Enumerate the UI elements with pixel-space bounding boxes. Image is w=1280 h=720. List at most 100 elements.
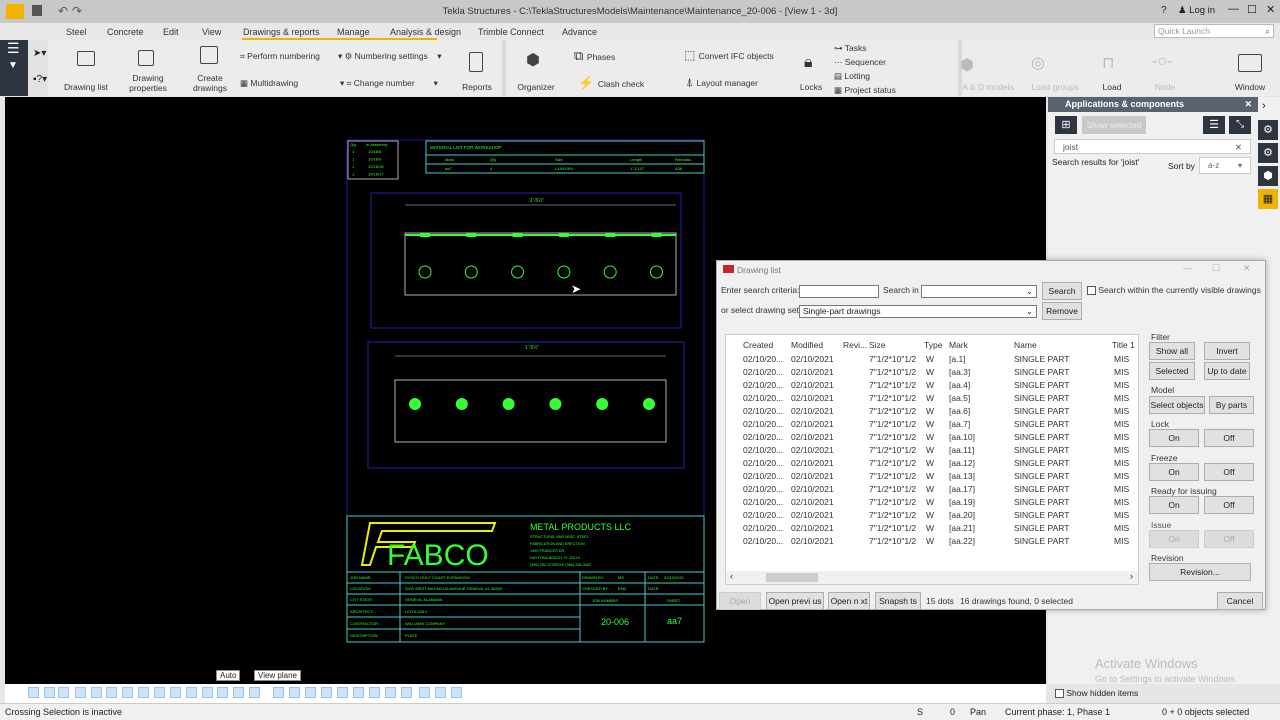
drawing-list-button[interactable]: Drawing list [60,82,112,92]
perform-numbering-button[interactable]: ⌗ Perform numbering [240,51,320,62]
snap-tool-icon[interactable] [249,687,260,698]
drawing-properties-button[interactable]: Drawing properties [125,73,171,93]
snap-tool-icon[interactable] [217,687,228,698]
clash-check-button[interactable]: ⚡ Clash check [578,75,644,91]
snap-tool-icon[interactable] [28,687,39,698]
snap-tool-icon[interactable] [451,687,462,698]
search-in-select[interactable]: ⌄ [921,285,1037,298]
drawing-table[interactable]: Created Modified Revi... Size Type Mark … [725,334,1139,585]
snap-tool-icon[interactable] [273,687,284,698]
tab-advance[interactable]: Advance [562,27,597,37]
snap-tool-icon[interactable] [170,687,181,698]
hamburger-menu-icon[interactable]: ☰ [7,40,20,57]
table-row[interactable]: 02/10/20... 02/10/2021 7"1/2*10"1/2 W [aa.6]… [726,405,1138,418]
multidrawing-button[interactable]: ▦ Multidrawing [240,78,298,89]
tab-drawings-reports[interactable]: Drawings & reports [243,27,320,37]
show-hidden-items-checkbox[interactable]: Show hidden items [1055,688,1138,699]
sort-select[interactable]: a-z ▾ [1199,157,1251,174]
tab-manage[interactable]: Manage [337,27,370,37]
tab-trimble-connect[interactable]: Trimble Connect [478,27,544,37]
open-next-button[interactable]: Open n xt [828,592,870,610]
column-header[interactable]: Type [924,340,942,350]
snap-tool-icon[interactable] [75,687,86,698]
phases-button[interactable]: ⧉ Phases [574,48,615,64]
open-previous-button[interactable]: Open previ us [766,592,824,610]
table-row[interactable]: 02/10/20... 02/10/2021 7"1/2*10"1/2 W [aa.12… [726,457,1138,470]
invert-button[interactable]: Invert [1204,342,1250,360]
load-button[interactable]: Load [1095,82,1129,92]
list-view-icon[interactable]: ☰ [1203,116,1225,134]
create-drawings-button[interactable]: Create drawings [188,73,232,93]
snap-tool-icon[interactable] [186,687,197,698]
snap-tool-icon[interactable] [202,687,213,698]
grid-view-icon[interactable]: ⊞ [1055,116,1077,134]
help-button[interactable]: ? [1161,5,1167,16]
visible-only-checkbox[interactable]: Search within the currently visible draw… [1087,285,1261,296]
convert-ifc-button[interactable]: ⬚ Convert IFC objects [684,48,774,62]
tasks-button[interactable]: ⊶ Tasks [834,43,866,54]
freeze-on-button[interactable]: On [1149,463,1199,481]
snap-tool-icon[interactable] [385,687,396,698]
table-row[interactable]: 02/10/20... 02/10/2021 7"1/2*10"1/2 W [aa.7]… [726,418,1138,431]
snap-tool-icon[interactable] [289,687,300,698]
snap-icon[interactable]: ▪?▾ [33,74,47,85]
table-row[interactable]: 02/10/20... 02/10/2021 7"1/2*10"1/2 W [aa.20… [726,509,1138,522]
close-button[interactable]: ✕ [1243,263,1251,274]
reports-button[interactable]: Reports [460,82,494,92]
search-criteria-input[interactable] [799,285,879,298]
table-row[interactable]: 02/10/20... 02/10/2021 7"1/2*10"1/2 W [aa.22… [726,535,1138,548]
snap-tool-icon[interactable] [154,687,165,698]
snap-tool-icon[interactable] [138,687,149,698]
maximize-button[interactable]: ☐ [1212,263,1220,274]
table-row[interactable]: 02/10/20... 02/10/2021 7"1/2*10"1/2 W [aa.11… [726,444,1138,457]
maximize-button[interactable]: ☐ [1247,3,1257,16]
drawing-set-select[interactable]: Single-part drawings ⌄ [799,305,1037,318]
load-groups-button[interactable]: Load groups [1030,82,1080,92]
cube-icon[interactable]: ⬢ [1258,166,1278,186]
snap-tool-icon[interactable] [337,687,348,698]
view-plane-label[interactable]: View plane [254,670,301,681]
table-row[interactable]: 02/10/20... 02/10/2021 7"1/2*10"1/2 W [aa.4]… [726,379,1138,392]
component-search-input[interactable]: joist ✕ [1054,139,1251,154]
snap-tool-icon[interactable] [305,687,316,698]
ready-on-button[interactable]: On [1149,496,1199,514]
ad-models-button[interactable]: A & D models [958,82,1018,92]
up-to-date-button[interactable]: Up to date [1204,362,1250,380]
project-status-button[interactable]: ▦ Project status [834,85,896,96]
table-row[interactable]: 02/10/20... 02/10/2021 7"1/2*10"1/2 W [aa.13… [726,470,1138,483]
node-button[interactable]: Node [1150,82,1180,92]
close-icon[interactable]: ✕ [1244,99,1252,110]
snap-tool-icon[interactable] [419,687,430,698]
snap-tool-icon[interactable] [106,687,117,698]
snap-tool-icon[interactable] [435,687,446,698]
change-number-button[interactable]: ▾ ⌗ Change number ▾ [340,78,438,89]
minimize-button[interactable]: — [1183,263,1192,273]
selected-button[interactable]: Selected [1149,362,1195,380]
window-button[interactable]: Window [1230,82,1270,92]
snap-tool-icon[interactable] [233,687,244,698]
lock-on-button[interactable]: On [1149,429,1199,447]
search-button[interactable]: Search [1042,282,1082,300]
tab-edit[interactable]: Edit [163,27,179,37]
table-row[interactable]: 02/10/20... 02/10/2021 7"1/2*10"1/2 W [a.1] S… [726,353,1138,366]
snap-tool-icon[interactable] [58,687,69,698]
sequencer-button[interactable]: ⋯ Sequencer [834,57,886,68]
snap-tool-icon[interactable] [353,687,364,698]
ready-off-button[interactable]: Off [1204,496,1254,514]
remove-button[interactable]: Remove [1042,302,1082,320]
numbering-settings-button[interactable]: ▾ ⚙ Numbering settings ▾ [338,51,442,62]
snapshots-button[interactable]: Snapsh ts [875,592,921,610]
applications-icon[interactable]: ▦ [1258,189,1278,209]
show-all-button[interactable]: Show all [1149,342,1195,360]
table-row[interactable]: 02/10/20... 02/10/2021 7"1/2*10"1/2 W [aa.21… [726,522,1138,535]
chevron-right-icon[interactable]: › [1262,100,1266,112]
show-selected-button[interactable]: Show selected [1082,116,1146,134]
column-header[interactable]: Revi... [843,340,867,350]
locks-button[interactable]: Locks [798,82,824,92]
revision-button[interactable]: Revision... [1149,563,1251,581]
tab-analysis-design[interactable]: Analysis & design [390,27,461,37]
close-button[interactable]: ✕ [1266,3,1275,16]
column-header[interactable]: Mark [949,340,968,350]
select-objects-button[interactable]: Select objects [1149,396,1205,414]
tab-view[interactable]: View [202,27,221,37]
